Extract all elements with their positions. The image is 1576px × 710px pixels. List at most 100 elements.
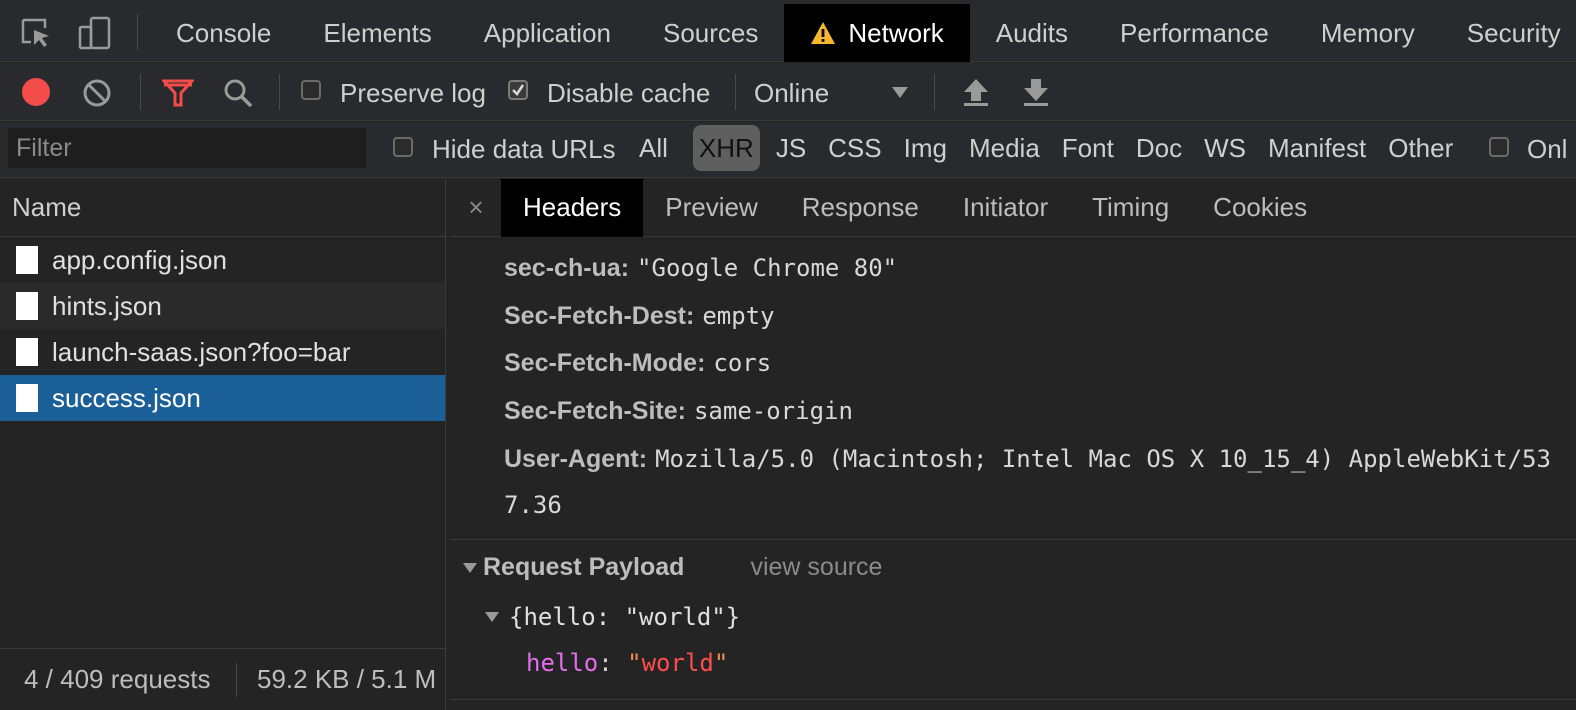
- view-source-link[interactable]: view source: [750, 553, 882, 582]
- payload-object-summary: {hello: "world"}: [509, 603, 741, 631]
- request-count: 4 / 409 requests: [24, 664, 211, 694]
- file-icon: [16, 384, 38, 412]
- header-value: "Google Chrome 80": [637, 254, 898, 282]
- resource-type-filters: All XHR JS CSS Img Media Font Doc WS Man…: [628, 125, 1464, 171]
- hide-data-urls-checkbox[interactable]: [393, 137, 413, 157]
- tab-label: Security: [1466, 17, 1561, 48]
- header-value-wrap: 7.36: [504, 491, 562, 520]
- type-filter-doc[interactable]: Doc: [1125, 125, 1193, 171]
- header-value: cors: [713, 349, 772, 377]
- tab-headers[interactable]: Headers: [501, 179, 644, 237]
- disable-cache-label: Disable cache: [547, 78, 711, 108]
- type-filter-img[interactable]: Img: [893, 125, 958, 171]
- import-har-icon[interactable]: [962, 77, 990, 112]
- tab-audits[interactable]: Audits: [970, 4, 1094, 62]
- tab-console[interactable]: Console: [150, 4, 297, 62]
- name-column-header[interactable]: Name: [0, 179, 445, 237]
- transfer-size: 59.2 KB / 5.1 M: [257, 664, 437, 694]
- section-divider: [451, 539, 1576, 540]
- header-row: sec-ch-ua: "Google Chrome 80": [504, 254, 897, 283]
- tab-label: Network: [848, 17, 944, 48]
- status-bar: 4 / 409 requests 59.2 KB / 5.1 M: [0, 648, 445, 710]
- search-icon[interactable]: [222, 77, 254, 114]
- type-filter-js[interactable]: JS: [765, 125, 817, 171]
- payload-property: hello: "world": [526, 649, 729, 677]
- tab-sources[interactable]: Sources: [637, 4, 784, 62]
- tab-timing[interactable]: Timing: [1070, 179, 1191, 237]
- clear-icon[interactable]: [82, 78, 112, 113]
- type-filter-manifest[interactable]: Manifest: [1257, 125, 1377, 171]
- property-value: world: [641, 649, 714, 677]
- request-name: hints.json: [52, 290, 162, 321]
- export-har-icon[interactable]: [1022, 77, 1050, 112]
- devtools-tab-bar: Console Elements Application Sources Net…: [0, 0, 1576, 62]
- tab-security[interactable]: Security: [1441, 4, 1576, 62]
- request-row-selected[interactable]: success.json: [0, 375, 445, 421]
- network-toolbar: Preserve log Disable cache Online: [0, 63, 1576, 121]
- inspect-element-icon[interactable]: [17, 14, 55, 52]
- detail-tabs: × Headers Preview Response Initiator Tim…: [451, 179, 1576, 237]
- tab-performance[interactable]: Performance: [1094, 4, 1295, 62]
- preserve-log-checkbox[interactable]: [301, 80, 321, 100]
- filter-input[interactable]: [8, 128, 366, 168]
- throttling-select[interactable]: Online: [752, 78, 912, 108]
- type-filter-other[interactable]: Other: [1377, 125, 1464, 171]
- tab-application[interactable]: Application: [458, 4, 637, 62]
- header-row: Sec-Fetch-Site: same-origin: [504, 397, 853, 426]
- type-filter-font[interactable]: Font: [1051, 125, 1125, 171]
- tab-elements[interactable]: Elements: [297, 4, 457, 62]
- type-filter-css[interactable]: CSS: [817, 125, 892, 171]
- request-row[interactable]: hints.json: [0, 283, 445, 329]
- toolbar-divider: [735, 74, 736, 110]
- request-row[interactable]: app.config.json: [0, 237, 445, 283]
- type-filter-xhr[interactable]: XHR: [692, 125, 760, 171]
- toolbar-divider: [279, 74, 280, 110]
- tab-initiator[interactable]: Initiator: [941, 179, 1070, 237]
- toolbar-divider: [934, 74, 935, 110]
- tab-label: Application: [483, 17, 611, 48]
- filter-icon[interactable]: [160, 79, 196, 112]
- tab-preview[interactable]: Preview: [643, 179, 779, 237]
- request-detail-pane: × Headers Preview Response Initiator Tim…: [451, 179, 1576, 710]
- tab-label: Elements: [323, 17, 432, 48]
- file-icon: [16, 246, 38, 274]
- close-icon[interactable]: ×: [451, 179, 501, 237]
- type-filter-media[interactable]: Media: [958, 125, 1051, 171]
- file-icon: [16, 338, 38, 366]
- tab-label: Console: [176, 17, 272, 48]
- disable-cache-checkbox[interactable]: [508, 80, 528, 100]
- expand-triangle-icon: [485, 612, 499, 622]
- file-icon: [16, 292, 38, 320]
- tab-label: Sources: [663, 17, 759, 48]
- toolbar-divider: [137, 14, 138, 50]
- tab-response[interactable]: Response: [780, 179, 941, 237]
- request-payload-title: Request Payload: [483, 553, 685, 581]
- payload-object[interactable]: {hello: "world"}: [485, 603, 740, 631]
- throttling-value: Online: [754, 78, 830, 108]
- tab-cookies[interactable]: Cookies: [1191, 179, 1329, 237]
- header-value: empty: [702, 302, 775, 330]
- property-colon: :: [598, 649, 628, 677]
- request-row[interactable]: launch-saas.json?foo=bar: [0, 329, 445, 375]
- header-value: same-origin: [693, 397, 853, 425]
- header-key: sec-ch-ua:: [504, 254, 630, 282]
- device-toolbar-icon[interactable]: [76, 14, 114, 52]
- hide-data-urls-label: Hide data URLs: [432, 134, 616, 164]
- only-checkbox[interactable]: [1489, 137, 1509, 157]
- header-row: Sec-Fetch-Mode: cors: [504, 349, 771, 378]
- tab-network[interactable]: Network: [784, 4, 970, 62]
- type-filter-ws[interactable]: WS: [1193, 125, 1257, 171]
- record-button[interactable]: [21, 77, 51, 112]
- tab-label: Performance: [1120, 17, 1269, 48]
- toolbar-divider: [140, 74, 141, 110]
- request-name: success.json: [52, 382, 201, 413]
- request-list: Name app.config.json hints.json launch-s…: [0, 179, 446, 710]
- header-key: Sec-Fetch-Dest:: [504, 302, 695, 330]
- chevron-down-icon: [892, 86, 908, 104]
- type-filter-all[interactable]: All: [628, 125, 688, 171]
- header-value: Mozilla/5.0 (Macintosh; Intel Mac OS X 1…: [655, 445, 1551, 473]
- tab-label: Memory: [1320, 17, 1415, 48]
- property-key: hello: [526, 649, 599, 677]
- request-payload-header[interactable]: Request Payload view source: [463, 553, 882, 582]
- tab-memory[interactable]: Memory: [1295, 4, 1441, 62]
